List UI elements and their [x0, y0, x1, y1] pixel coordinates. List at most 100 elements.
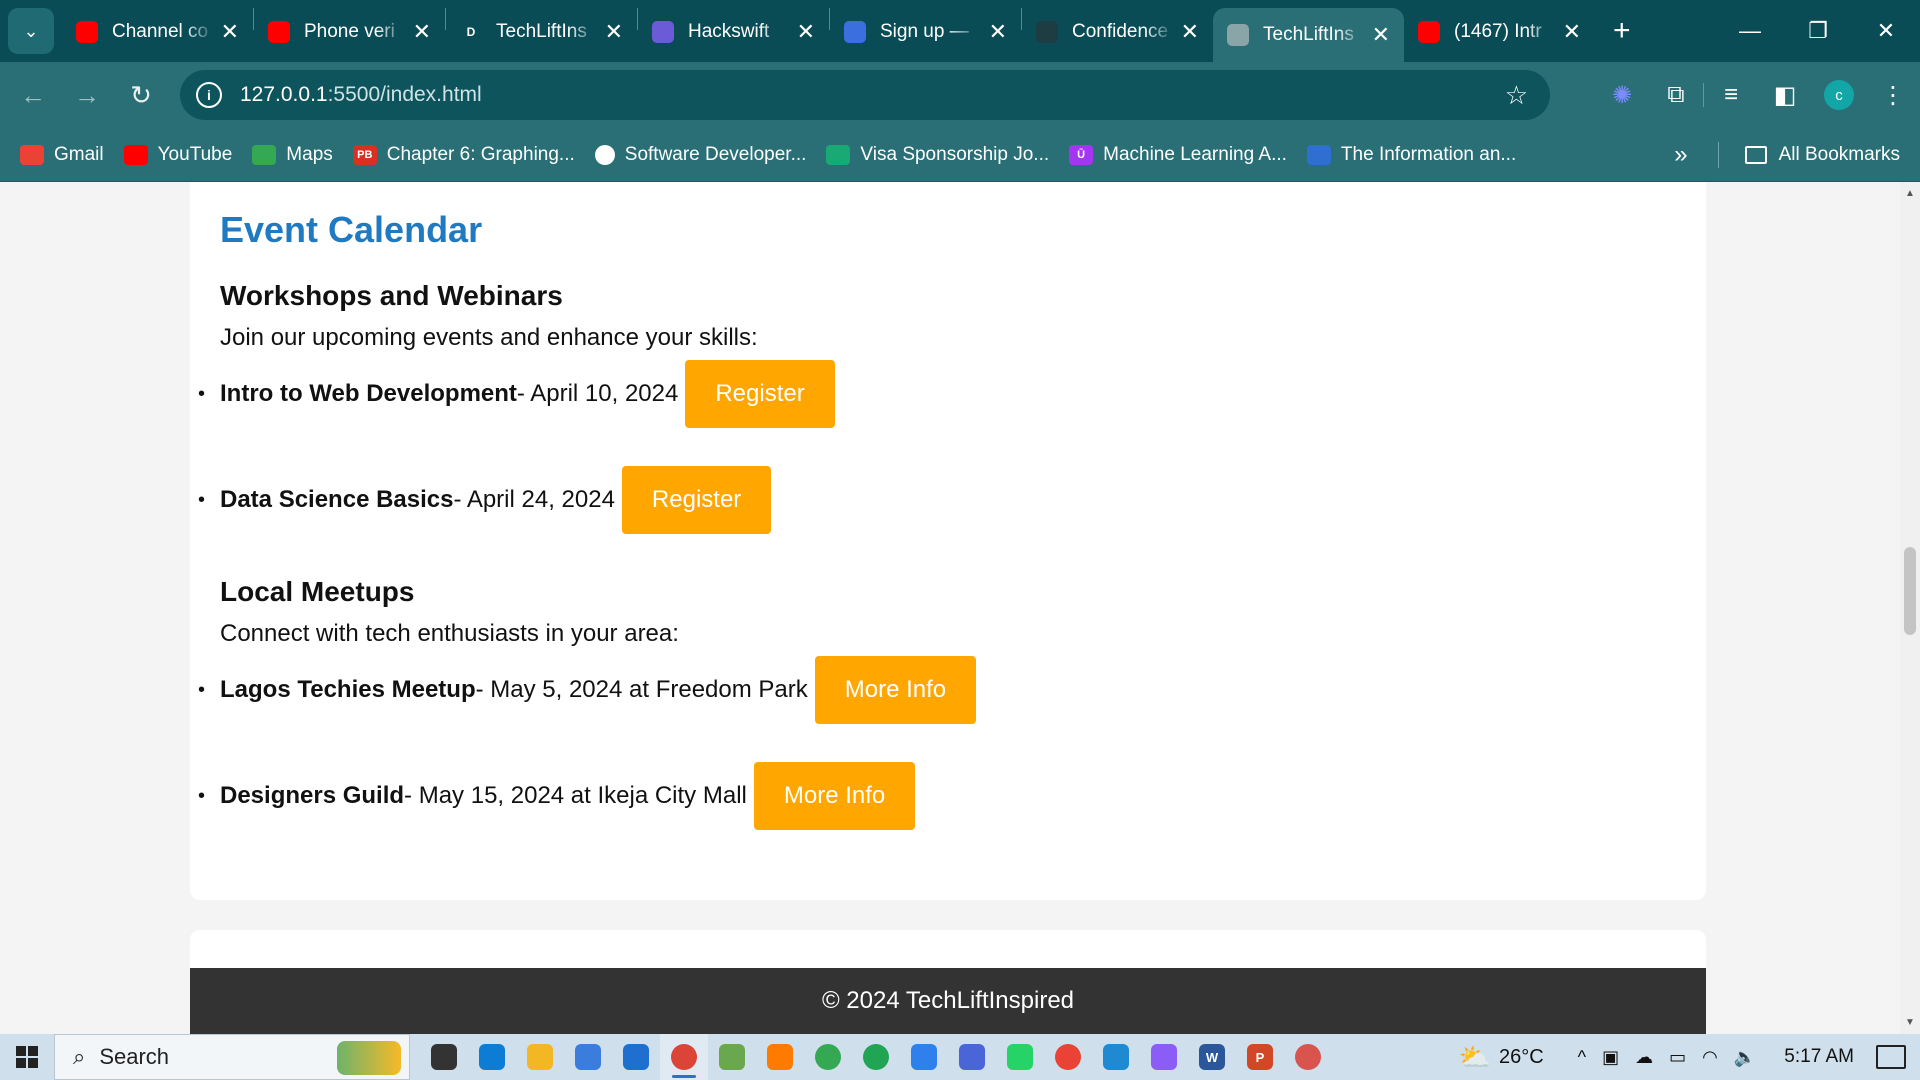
- register-button[interactable]: Register: [685, 360, 835, 428]
- close-window-icon[interactable]: ✕: [1852, 0, 1920, 62]
- earth-icon: [1306, 144, 1331, 165]
- show-hidden-icons-icon[interactable]: ^: [1578, 1047, 1586, 1068]
- address-bar[interactable]: i 127.0.0.1:5500/index.html ☆: [180, 70, 1550, 120]
- close-tab-icon[interactable]: ✕: [605, 19, 623, 45]
- browser-tab[interactable]: D TechLiftIns ✕: [446, 8, 637, 56]
- file-explorer-taskbar-button[interactable]: [516, 1034, 564, 1080]
- udemy-icon: Ū: [1069, 144, 1094, 165]
- bookmarks-bar: Gmail YouTube Maps PB Chapter 6: Graphing...…: [0, 128, 1920, 182]
- double-chevron-icon[interactable]: »: [1674, 141, 1687, 169]
- bookmarks-overflow: » All Bookmarks: [1674, 128, 1900, 182]
- bookmark-item[interactable]: Maps: [252, 144, 333, 166]
- close-tab-icon[interactable]: ✕: [989, 19, 1007, 45]
- shield-app-taskbar-button[interactable]: [948, 1034, 996, 1080]
- window-controls: — ❐ ✕: [1716, 0, 1920, 62]
- minimize-icon[interactable]: —: [1716, 0, 1784, 62]
- globe-icon: [594, 144, 615, 165]
- browser-tab[interactable]: (1467) Intr ✕: [1404, 8, 1595, 56]
- scroll-up-icon[interactable]: ▲: [1905, 188, 1915, 199]
- taskbar-search-box[interactable]: ⌕ Search: [54, 1034, 410, 1080]
- bookmark-item[interactable]: The Information an...: [1306, 144, 1516, 166]
- back-icon[interactable]: ←: [6, 80, 60, 111]
- circle-app-taskbar-button[interactable]: [852, 1034, 900, 1080]
- app-store-taskbar-button[interactable]: [900, 1034, 948, 1080]
- url-host: 127.0.0.1: [240, 83, 328, 106]
- close-tab-icon[interactable]: ✕: [413, 19, 431, 45]
- meet-now-icon[interactable]: ▣: [1602, 1047, 1619, 1068]
- all-bookmarks-link[interactable]: All Bookmarks: [1779, 144, 1900, 166]
- edge-taskbar-button[interactable]: [468, 1034, 516, 1080]
- bookmark-item[interactable]: Ū Machine Learning A...: [1069, 144, 1287, 166]
- extensions-puzzle-icon[interactable]: ⧉: [1649, 81, 1703, 109]
- weather-icon[interactable]: ⛅: [1459, 1042, 1491, 1073]
- profile-button[interactable]: c: [1812, 80, 1866, 110]
- copilot-taskbar-button[interactable]: [1140, 1034, 1188, 1080]
- workshops-lead: Join our upcoming events and enhance you…: [220, 324, 758, 351]
- whatsapp-icon: [1007, 1044, 1033, 1070]
- close-tab-icon[interactable]: ✕: [797, 19, 815, 45]
- vscode-taskbar-button[interactable]: [1092, 1034, 1140, 1080]
- whatsapp-taskbar-button[interactable]: [996, 1034, 1044, 1080]
- close-tab-icon[interactable]: ✕: [221, 19, 239, 45]
- windows-logo-icon: [16, 1046, 38, 1068]
- menu-kebab-icon[interactable]: ⋮: [1866, 81, 1920, 110]
- bookmark-item[interactable]: Gmail: [20, 144, 104, 166]
- browser-tab[interactable]: Phone veri ✕: [254, 8, 445, 56]
- tab-search-button[interactable]: ⌄: [8, 8, 54, 54]
- browser-tab[interactable]: Channel co ✕: [62, 8, 253, 56]
- chrome-taskbar-button[interactable]: [660, 1034, 708, 1080]
- firefox-taskbar-button[interactable]: [756, 1034, 804, 1080]
- reload-icon[interactable]: ↻: [114, 80, 168, 111]
- onedrive-icon[interactable]: ☁: [1635, 1047, 1653, 1068]
- bookmark-item[interactable]: PB Chapter 6: Graphing...: [352, 144, 575, 166]
- event-detail: - May 15, 2024 at Ikeja City Mall: [404, 782, 747, 809]
- new-tab-icon[interactable]: +: [1613, 14, 1631, 48]
- browser-tab[interactable]: Sign up — ✕: [830, 8, 1021, 56]
- register-button[interactable]: Register: [621, 466, 772, 534]
- start-button[interactable]: [0, 1034, 54, 1080]
- media-queue-icon[interactable]: ≡: [1704, 81, 1758, 109]
- bookmark-item[interactable]: YouTube: [123, 144, 232, 166]
- side-panel-icon[interactable]: ◧: [1758, 81, 1812, 110]
- store-taskbar-button[interactable]: [564, 1034, 612, 1080]
- scroll-down-icon[interactable]: ▼: [1905, 1017, 1915, 1028]
- site-info-icon[interactable]: i: [196, 82, 222, 108]
- page-scrollbar[interactable]: ▲ ▼: [1900, 182, 1920, 1034]
- restore-icon[interactable]: ❐: [1784, 0, 1852, 62]
- task-view-taskbar-button[interactable]: [420, 1034, 468, 1080]
- media-player-taskbar-button[interactable]: [1284, 1034, 1332, 1080]
- chrome-icon: [671, 1044, 697, 1070]
- bookmark-item[interactable]: Visa Sponsorship Jo...: [826, 144, 1049, 166]
- notifications-icon[interactable]: [1876, 1045, 1906, 1069]
- chrome-alt-icon: [1055, 1044, 1081, 1070]
- mail-taskbar-button[interactable]: [612, 1034, 660, 1080]
- close-tab-icon[interactable]: ✕: [1372, 22, 1390, 48]
- close-tab-icon[interactable]: ✕: [1563, 19, 1581, 45]
- list-icon: [652, 21, 674, 43]
- powerpoint-taskbar-button[interactable]: P: [1236, 1034, 1284, 1080]
- word-taskbar-button[interactable]: W: [1188, 1034, 1236, 1080]
- more-info-button[interactable]: More Info: [753, 762, 916, 830]
- browser-tab[interactable]: TechLiftIns ✕: [1213, 8, 1404, 62]
- battery-icon[interactable]: ▭: [1669, 1047, 1686, 1068]
- clock[interactable]: 5:17 AM: [1784, 1046, 1854, 1068]
- meetups-lead: Connect with tech enthusiasts in your ar…: [220, 620, 679, 647]
- chrome-alt-taskbar-button[interactable]: [1044, 1034, 1092, 1080]
- forward-icon[interactable]: →: [60, 80, 114, 111]
- more-info-button[interactable]: More Info: [814, 656, 977, 724]
- app-store-icon: [911, 1044, 937, 1070]
- extension-gear-icon[interactable]: ✺: [1595, 81, 1649, 110]
- chrome-profile-taskbar-button[interactable]: [804, 1034, 852, 1080]
- site-footer: © 2024 TechLiftInspired: [190, 968, 1706, 1034]
- bookmark-item[interactable]: Software Developer...: [594, 144, 806, 166]
- wifi-icon[interactable]: ◠: [1702, 1047, 1718, 1068]
- bookmark-star-icon[interactable]: ☆: [1505, 80, 1528, 111]
- close-tab-icon[interactable]: ✕: [1181, 19, 1199, 45]
- mail-icon: [623, 1044, 649, 1070]
- volume-icon[interactable]: 🔈: [1734, 1047, 1756, 1068]
- notepad-taskbar-button[interactable]: [708, 1034, 756, 1080]
- scrollbar-thumb[interactable]: [1904, 547, 1916, 635]
- task-view-icon: [431, 1044, 457, 1070]
- browser-tab[interactable]: Hackswift ✕: [638, 8, 829, 56]
- browser-tab[interactable]: Confidence ✕: [1022, 8, 1213, 56]
